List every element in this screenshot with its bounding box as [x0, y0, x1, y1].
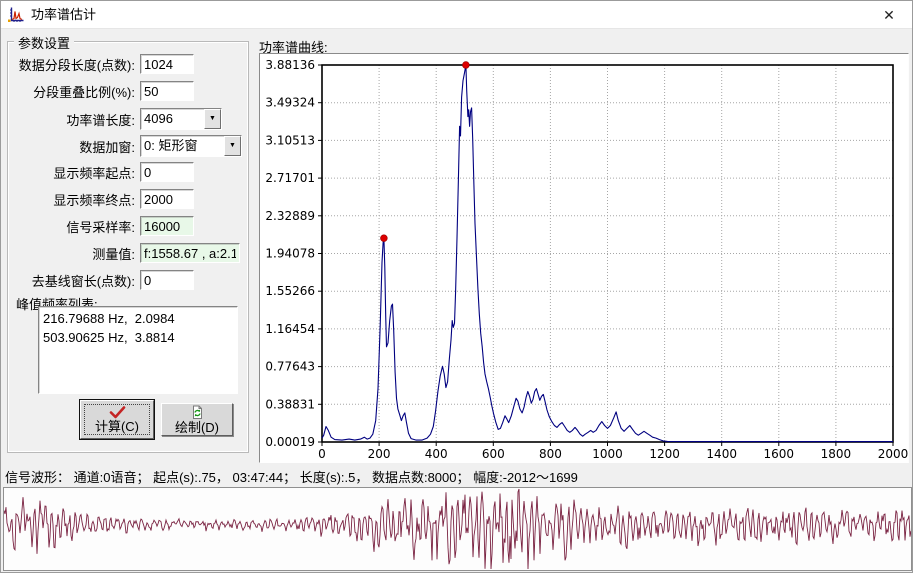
peak-marker [380, 234, 388, 242]
field-label: 数据分段长度(点数): [18, 57, 135, 73]
fft-length-value: 4096 [144, 111, 173, 126]
field-label: 分段重叠比例(%): [33, 84, 135, 100]
signal-waveform-plot[interactable] [4, 488, 911, 570]
calculate-button-label: 计算(C) [94, 418, 140, 434]
y-tick-label: 3.49324 [265, 96, 315, 110]
y-tick-label: 0.00019 [265, 435, 315, 449]
x-tick-label: 800 [539, 447, 562, 461]
field-label: 信号采样率: [66, 219, 135, 235]
x-tick-label: 2000 [878, 447, 908, 461]
x-tick-label: 1200 [649, 447, 680, 461]
redraw-icon [193, 405, 202, 419]
chevron-down-icon[interactable]: ▼ [224, 136, 241, 156]
window-title: 功率谱估计 [31, 7, 97, 22]
check-icon [109, 405, 125, 418]
param-row-overlap: 分段重叠比例(%): [8, 81, 244, 101]
y-tick-label: 2.32889 [265, 209, 315, 223]
draw-button[interactable]: 绘制(D) [161, 403, 233, 436]
window-type-combo[interactable]: 0: 矩形窗 ▼ [140, 135, 242, 157]
y-tick-label: 1.55266 [265, 284, 315, 298]
param-row-segment-length: 数据分段长度(点数): [8, 54, 244, 74]
param-row-sample-rate: 信号采样率: [8, 216, 244, 236]
x-tick-label: 0 [318, 447, 326, 461]
x-tick-label: 200 [368, 447, 391, 461]
field-label: 去基线窗长(点数): [31, 273, 135, 289]
freq-end-input[interactable] [140, 189, 194, 209]
x-tick-label: 1600 [764, 447, 795, 461]
x-tick-label: 600 [482, 447, 505, 461]
power-spectrum-plot[interactable]: 0 200 400 600 800 1000 1200 1400 1600 1800 2000 3.8… [260, 54, 908, 462]
field-label: 数据加窗: [79, 139, 135, 155]
y-tick-label: 1.94078 [265, 246, 315, 260]
param-row-window-type: 数据加窗: 0: 矩形窗 ▼ [8, 135, 244, 157]
signal-status-text: 信号波形： 通道:0语音； 起点(s):.75， 03:47:44； 长度(s)… [5, 470, 578, 485]
signal-waveform-panel[interactable] [3, 487, 912, 571]
field-label: 功率谱长度: [66, 112, 135, 128]
baseline-window-input[interactable] [140, 270, 194, 290]
peak-frequency-listbox[interactable]: 216.79688 Hz, 2.0984 503.90625 Hz, 3.881… [38, 306, 238, 394]
waveform-curve [4, 488, 911, 570]
field-label: 显示频率终点: [53, 192, 135, 208]
params-groupbox: 参数设置 数据分段长度(点数): 分段重叠比例(%): 功率谱长度: 4096 … [7, 33, 249, 453]
spectrum-app-icon [8, 7, 24, 22]
param-rows: 数据分段长度(点数): 分段重叠比例(%): 功率谱长度: 4096 ▼ 数据加… [8, 54, 244, 297]
y-tick-label: 3.10513 [265, 133, 315, 147]
calculate-button[interactable]: 计算(C) [79, 399, 155, 440]
param-row-freq-end: 显示频率终点: [8, 189, 244, 209]
freq-start-input[interactable] [140, 162, 194, 182]
segment-length-input[interactable] [140, 54, 194, 74]
y-tick-label: 1.16454 [265, 322, 315, 336]
param-row-freq-start: 显示频率起点: [8, 162, 244, 182]
y-tick-label: 2.71701 [265, 171, 315, 185]
chevron-down-icon[interactable]: ▼ [204, 109, 221, 129]
param-row-fft-length: 功率谱长度: 4096 ▼ [8, 108, 244, 130]
window-type-value: 0: 矩形窗 [144, 138, 198, 153]
x-tick-label: 1800 [821, 447, 852, 461]
y-tick-label: 0.77643 [265, 360, 315, 374]
peak-list-item[interactable]: 503.90625 Hz, 3.8814 [43, 328, 237, 347]
y-tick-label: 0.38831 [265, 397, 315, 411]
param-row-measured-value: 测量值: [8, 243, 244, 263]
power-spectrum-chart[interactable]: 0 200 400 600 800 1000 1200 1400 1600 1800 2000 3.8… [259, 53, 909, 463]
peak-marker [462, 61, 470, 69]
title-bar: 功率谱估计 ✕ [1, 1, 912, 29]
overlap-percent-input[interactable] [140, 81, 194, 101]
x-tick-label: 1000 [592, 447, 623, 461]
peak-list-item[interactable]: 216.79688 Hz, 2.0984 [43, 309, 237, 328]
draw-button-label: 绘制(D) [174, 419, 220, 435]
field-label: 测量值: [92, 246, 135, 262]
sample-rate-input[interactable] [140, 216, 194, 236]
x-tick-label: 1400 [706, 447, 737, 461]
x-tick-label: 400 [425, 447, 448, 461]
fft-length-combo[interactable]: 4096 ▼ [140, 108, 222, 130]
y-tick-label: 3.88136 [265, 58, 315, 72]
measured-value-field[interactable] [140, 243, 240, 263]
field-label: 显示频率起点: [53, 165, 135, 181]
app-window: 功率谱估计 ✕ 参数设置 数据分段长度(点数): 分段重叠比例(%): 功率谱长… [0, 0, 913, 573]
close-button[interactable]: ✕ [866, 1, 912, 29]
params-groupbox-title: 参数设置 [14, 33, 75, 52]
param-row-baseline-window: 去基线窗长(点数): [8, 270, 244, 290]
